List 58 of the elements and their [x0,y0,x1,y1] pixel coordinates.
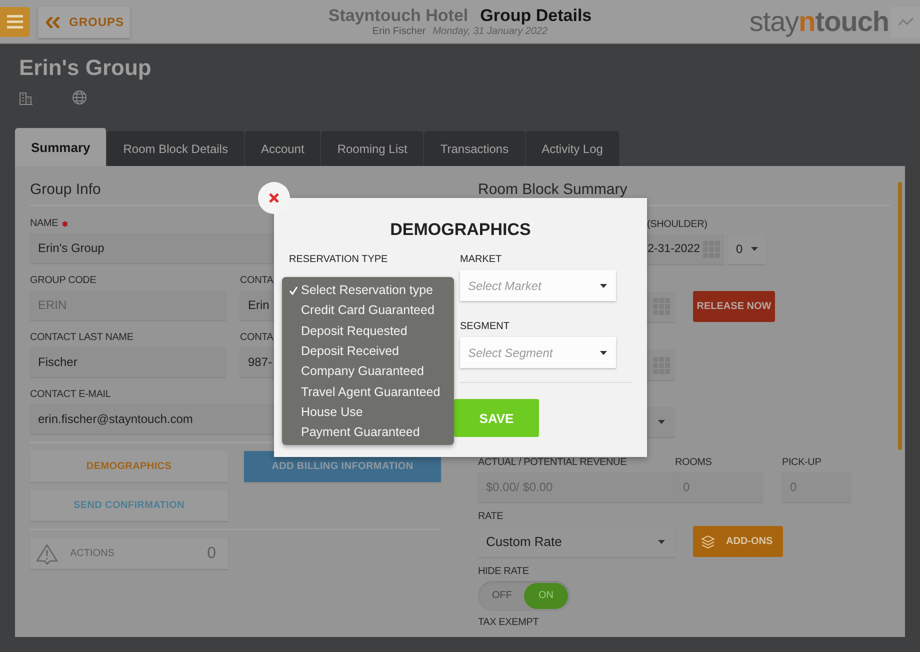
caret-icon [600,284,607,288]
field-label: CONTACT E-MAIL [30,388,111,402]
close-icon [269,193,279,203]
tab[interactable]: Summary [15,128,108,166]
field-label: GROUP CODE [30,274,96,288]
tab[interactable]: Account [244,131,322,166]
caret-icon [600,351,607,355]
tab[interactable]: Activity Log [526,131,620,166]
menu-button[interactable] [0,7,30,37]
layers-icon [701,534,715,548]
field-label: NAME [30,217,58,231]
tab[interactable]: Room Block Details [107,131,245,166]
page-title: Group Details [480,6,592,26]
field-label: RATE [478,510,504,524]
hotel-name: Stayntouch Hotel [328,6,468,26]
current-date: Monday, 31 January 2022 [432,26,548,38]
nights-select[interactable]: 0 [728,234,766,264]
toggle-switch[interactable]: OFF ON [478,581,570,611]
caret-icon [751,247,758,251]
logo: stayntouch [749,6,889,38]
dropdown-option[interactable]: Deposit Requested [282,320,454,341]
tab[interactable]: Transactions [424,131,526,166]
field-label: PICK-UP [782,456,822,470]
field-label: ROOMS [675,456,712,470]
dropdown-option[interactable]: Company Guaranteed [282,361,454,382]
release-now-button[interactable]: RELEASE NOW [693,291,775,322]
segment-select[interactable]: Select Segment [460,337,616,368]
user-name: Erin Fischer [372,26,426,38]
dropdown-option[interactable]: Credit Card Guaranteed [282,300,454,321]
double-chevron-icon [46,16,60,28]
scrollbar[interactable] [898,182,902,450]
warning-icon [36,542,58,564]
dropdown-option[interactable]: Select Reservation type [282,280,454,300]
group-title: Erin's Group [19,56,152,80]
field-label: (SHOULDER) [647,218,708,232]
field-label: ACTUAL / POTENTIAL REVENUE [478,456,627,470]
market-select[interactable]: Select Market [460,270,616,301]
caret-icon [658,420,665,424]
line-chart-icon [898,17,914,27]
menu-icon [7,15,23,29]
building-icon [19,90,33,104]
rate-select[interactable]: Custom Rate [478,526,675,556]
field-label: CONTA [240,274,274,288]
dropdown-option[interactable]: Travel Agent Guaranteed [282,381,454,402]
chart-button[interactable] [891,6,920,38]
field-label: HIDE RATE [478,565,529,579]
field-label: MARKET [460,254,502,266]
tab[interactable]: Rooming List [321,131,424,166]
field-label: CONTACT LAST NAME [30,331,134,345]
field-label: RESERVATION TYPE [289,254,388,266]
dropdown-option[interactable]: Deposit Received [282,340,454,362]
add-ons-button[interactable]: ADD-ONS [693,526,783,557]
field-label: CONTA [240,331,274,345]
text-field[interactable]: Fischer [30,347,226,377]
field-label: SEGMENT [460,321,510,333]
field-label: TAX EXEMPT [478,616,539,630]
caret-icon [658,540,665,544]
globe-icon [72,90,87,105]
